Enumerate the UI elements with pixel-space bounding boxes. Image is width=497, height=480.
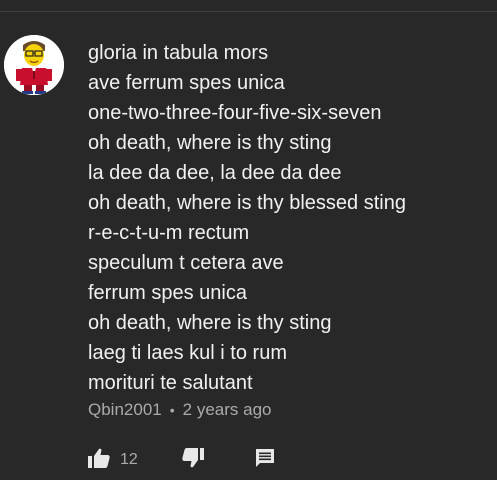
comment-line: laeg ti laes kul i to rum <box>88 342 287 364</box>
comment-line: oh death, where is thy sting <box>88 312 332 334</box>
comment-line: la dee da dee, la dee da dee <box>88 162 342 184</box>
like-count: 12 <box>120 451 138 468</box>
reply-button[interactable] <box>255 446 275 474</box>
author-name[interactable]: Qbin2001 <box>88 400 162 420</box>
top-divider <box>0 11 497 12</box>
comment-line: morituri te salutant <box>88 372 253 394</box>
comment-line: gloria in tabula mors <box>88 42 269 64</box>
thumbs-down-icon <box>182 447 204 473</box>
comment-text: gloria in tabula mors ave ferrum spes un… <box>88 38 488 398</box>
comment-line: oh death, where is thy sting <box>88 132 332 154</box>
avatar-image <box>4 35 64 95</box>
thumbs-up-icon <box>88 448 110 473</box>
comment-meta: Qbin2001 • 2 years ago <box>88 400 271 420</box>
dislike-button[interactable] <box>182 446 204 474</box>
comment-timestamp: 2 years ago <box>182 400 272 419</box>
like-button[interactable]: 12 <box>88 446 138 474</box>
comment-line: ave ferrum spes unica <box>88 72 285 94</box>
comment-line: ferrum spes unica <box>88 282 247 304</box>
comment-line: oh death, where is thy blessed sting <box>88 192 406 214</box>
comment-line: r-e-c-t-u-m rectum <box>88 222 250 244</box>
meta-separator: • <box>169 402 175 418</box>
comment-line: speculum t cetera ave <box>88 252 284 274</box>
reply-comment-icon <box>255 448 275 473</box>
comment-line: one-two-three-four-five-six-seven <box>88 102 382 124</box>
comment-actions: 12 <box>88 446 348 474</box>
avatar[interactable] <box>4 35 64 95</box>
